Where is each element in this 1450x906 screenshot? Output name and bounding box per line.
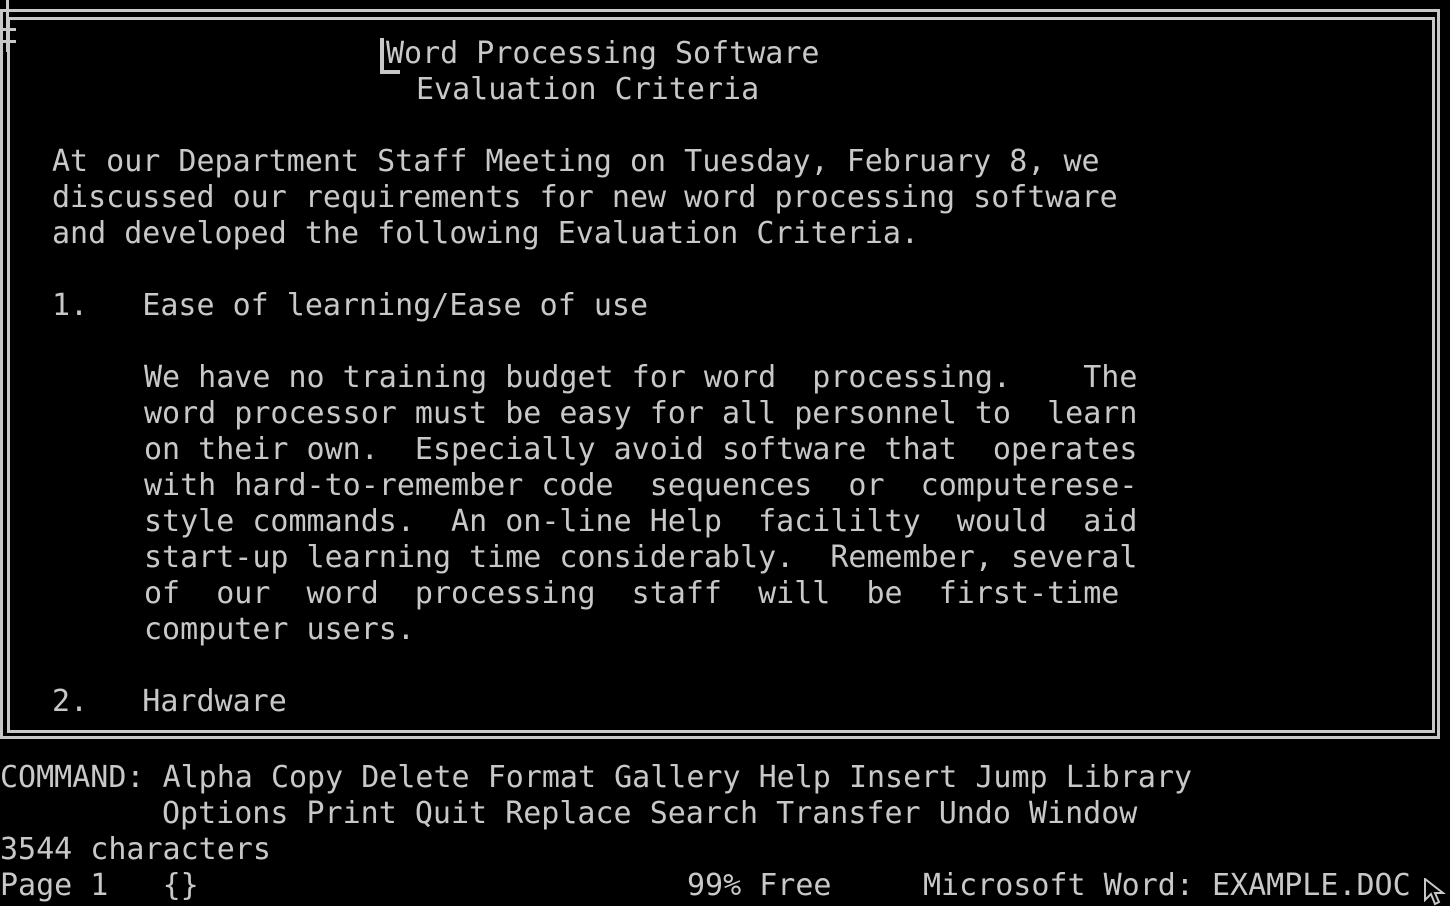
page-number: Page 1 bbox=[0, 868, 109, 903]
document-paragraph-line: and developed the following Evaluation C… bbox=[52, 216, 919, 251]
menu-item-options[interactable]: Options bbox=[162, 796, 288, 831]
document-paragraph-line: start-up learning time considerably. Rem… bbox=[144, 540, 1138, 575]
document-title-line-1: Word Processing Software bbox=[386, 36, 820, 71]
window-number-marker[interactable] bbox=[2, 0, 16, 52]
menu-item-alpha[interactable]: Alpha bbox=[163, 760, 253, 795]
document-heading-item-1: 1. Ease of learning/Ease of use bbox=[52, 288, 649, 323]
menu-item-format[interactable]: Format bbox=[488, 760, 596, 795]
menu-item-jump[interactable]: Jump bbox=[975, 760, 1047, 795]
menu-item-transfer[interactable]: Transfer bbox=[776, 796, 921, 831]
command-label: COMMAND: bbox=[0, 760, 145, 795]
document-paragraph-line: style commands. An on-line Help facililt… bbox=[144, 504, 1138, 539]
menu-item-print[interactable]: Print bbox=[307, 796, 397, 831]
command-menu-row-2: Options Print Quit Replace Search Transf… bbox=[162, 796, 1137, 832]
memory-free-indicator: 99% Free bbox=[687, 868, 832, 903]
arrow-cursor-icon bbox=[1424, 878, 1446, 906]
menu-item-undo[interactable]: Undo bbox=[939, 796, 1011, 831]
document-heading-item-2: 2. Hardware bbox=[52, 684, 287, 719]
document-paragraph-line: At our Department Staff Meeting on Tuesd… bbox=[52, 144, 1100, 179]
menu-item-insert[interactable]: Insert bbox=[849, 760, 957, 795]
document-paragraph-line: on their own. Especially avoid software … bbox=[144, 432, 1138, 467]
app-document-name: Microsoft Word: EXAMPLE.DOC bbox=[923, 868, 1411, 903]
menu-item-help[interactable]: Help bbox=[759, 760, 831, 795]
menu-item-quit[interactable]: Quit bbox=[415, 796, 487, 831]
document-paragraph-line: discussed our requirements for new word … bbox=[52, 180, 1118, 215]
document-paragraph-line: computer users. bbox=[144, 612, 415, 647]
menu-item-gallery[interactable]: Gallery bbox=[614, 760, 740, 795]
menu-item-replace[interactable]: Replace bbox=[505, 796, 631, 831]
character-count-message: 3544 characters bbox=[0, 832, 271, 867]
document-paragraph-line: word processor must be easy for all pers… bbox=[144, 396, 1138, 431]
document-paragraph-line: with hard-to-remember code sequences or … bbox=[144, 468, 1138, 503]
text-cursor-underline bbox=[380, 70, 400, 74]
text-cursor bbox=[380, 38, 384, 72]
document-paragraph-line: of our word processing staff will be fir… bbox=[144, 576, 1120, 611]
style-braces-indicator: {} bbox=[162, 868, 199, 903]
menu-item-window[interactable]: Window bbox=[1029, 796, 1137, 831]
menu-item-search[interactable]: Search bbox=[650, 796, 758, 831]
document-title-line-2: Evaluation Criteria bbox=[416, 72, 760, 107]
document-text-area[interactable]: Word Processing Software Evaluation Crit… bbox=[52, 36, 1392, 726]
status-page-indicator: Page 1 {} bbox=[0, 868, 199, 904]
menu-item-delete[interactable]: Delete bbox=[361, 760, 469, 795]
menu-item-copy[interactable]: Copy bbox=[271, 760, 343, 795]
document-paragraph-line: We have no training budget for word proc… bbox=[144, 360, 1138, 395]
menu-item-library[interactable]: Library bbox=[1066, 760, 1192, 795]
command-menu-row-1: COMMAND: Alpha Copy Delete Format Galler… bbox=[0, 760, 1192, 796]
